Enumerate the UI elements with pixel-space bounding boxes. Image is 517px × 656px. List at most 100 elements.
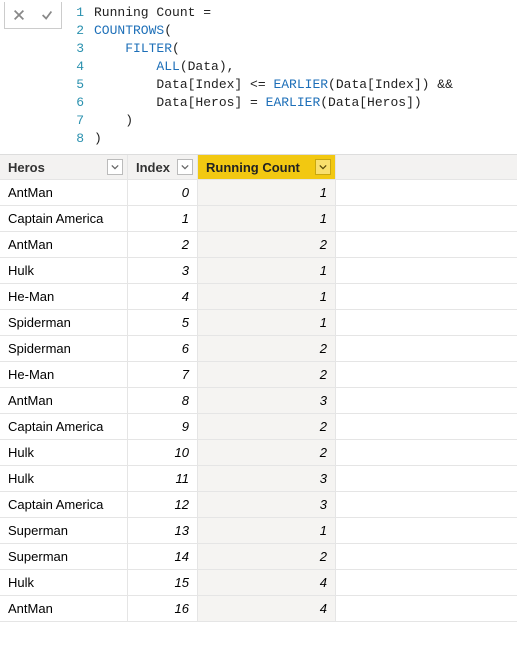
cell-index[interactable]: 3 [128, 258, 198, 283]
cell-heros[interactable]: Captain America [0, 492, 128, 517]
column-header-index[interactable]: Index [128, 155, 198, 179]
x-icon [12, 8, 26, 22]
column-filter-button[interactable] [177, 159, 193, 175]
line-number: 2 [66, 22, 84, 40]
cell-index[interactable]: 16 [128, 596, 198, 621]
formula-editor[interactable]: 1Running Count =2COUNTROWS(3 FILTER(4 AL… [66, 2, 513, 148]
code-content: ALL(Data), [94, 58, 234, 76]
cell-heros[interactable]: AntMan [0, 596, 128, 621]
cell-running-count[interactable]: 2 [198, 336, 336, 361]
cell-heros[interactable]: Hulk [0, 570, 128, 595]
cell-running-count[interactable]: 3 [198, 492, 336, 517]
data-grid: Heros Index Running Count AntMan01Captai… [0, 154, 517, 622]
line-number: 7 [66, 112, 84, 130]
formula-line: 3 FILTER( [66, 40, 513, 58]
cell-index[interactable]: 15 [128, 570, 198, 595]
cell-running-count[interactable]: 3 [198, 388, 336, 413]
cell-heros[interactable]: Captain America [0, 206, 128, 231]
commit-button[interactable] [33, 2, 61, 28]
code-content: FILTER( [94, 40, 180, 58]
column-header-running-count[interactable]: Running Count [198, 155, 336, 179]
column-header-heros[interactable]: Heros [0, 155, 128, 179]
cell-index[interactable]: 2 [128, 232, 198, 257]
cell-heros[interactable]: He-Man [0, 284, 128, 309]
formula-line: 1Running Count = [66, 4, 513, 22]
formula-line: 2COUNTROWS( [66, 22, 513, 40]
cell-heros[interactable]: Spiderman [0, 336, 128, 361]
cell-running-count[interactable]: 2 [198, 414, 336, 439]
table-row[interactable]: Hulk154 [0, 570, 517, 596]
table-row[interactable]: Hulk31 [0, 258, 517, 284]
cell-heros[interactable]: AntMan [0, 232, 128, 257]
cell-index[interactable]: 10 [128, 440, 198, 465]
cell-heros[interactable]: Hulk [0, 466, 128, 491]
formula-action-buttons [4, 2, 62, 29]
table-row[interactable]: Captain America123 [0, 492, 517, 518]
chevron-down-icon [319, 163, 327, 171]
table-row[interactable]: Captain America11 [0, 206, 517, 232]
cell-running-count[interactable]: 1 [198, 518, 336, 543]
cell-index[interactable]: 4 [128, 284, 198, 309]
cell-index[interactable]: 8 [128, 388, 198, 413]
cell-heros[interactable]: Hulk [0, 440, 128, 465]
cell-heros[interactable]: Superman [0, 518, 128, 543]
grid-body: AntMan01Captain America11AntMan22Hulk31H… [0, 180, 517, 622]
table-row[interactable]: Hulk102 [0, 440, 517, 466]
formula-line: 5 Data[Index] <= EARLIER(Data[Index]) && [66, 76, 513, 94]
table-row[interactable]: He-Man72 [0, 362, 517, 388]
table-row[interactable]: AntMan83 [0, 388, 517, 414]
cell-running-count[interactable]: 1 [198, 258, 336, 283]
table-row[interactable]: AntMan164 [0, 596, 517, 622]
cell-running-count[interactable]: 2 [198, 362, 336, 387]
cell-index[interactable]: 12 [128, 492, 198, 517]
cell-running-count[interactable]: 2 [198, 544, 336, 569]
cell-index[interactable]: 14 [128, 544, 198, 569]
cell-running-count[interactable]: 1 [198, 180, 336, 205]
table-row[interactable]: Superman142 [0, 544, 517, 570]
code-content: ) [94, 130, 102, 148]
cell-running-count[interactable]: 4 [198, 596, 336, 621]
table-row[interactable]: Hulk113 [0, 466, 517, 492]
cell-index[interactable]: 0 [128, 180, 198, 205]
column-filter-button[interactable] [107, 159, 123, 175]
formula-line: 6 Data[Heros] = EARLIER(Data[Heros]) [66, 94, 513, 112]
cell-index[interactable]: 6 [128, 336, 198, 361]
cell-heros[interactable]: AntMan [0, 180, 128, 205]
line-number: 1 [66, 4, 84, 22]
cell-index[interactable]: 11 [128, 466, 198, 491]
cell-index[interactable]: 5 [128, 310, 198, 335]
table-row[interactable]: Captain America92 [0, 414, 517, 440]
cell-heros[interactable]: Hulk [0, 258, 128, 283]
cell-heros[interactable]: He-Man [0, 362, 128, 387]
chevron-down-icon [111, 163, 119, 171]
cell-index[interactable]: 7 [128, 362, 198, 387]
column-header-label: Index [136, 160, 170, 175]
cell-running-count[interactable]: 2 [198, 440, 336, 465]
chevron-down-icon [181, 163, 189, 171]
cell-index[interactable]: 13 [128, 518, 198, 543]
cell-running-count[interactable]: 2 [198, 232, 336, 257]
table-row[interactable]: He-Man41 [0, 284, 517, 310]
cell-index[interactable]: 1 [128, 206, 198, 231]
cell-heros[interactable]: Spiderman [0, 310, 128, 335]
table-row[interactable]: AntMan01 [0, 180, 517, 206]
cell-running-count[interactable]: 4 [198, 570, 336, 595]
cell-heros[interactable]: Superman [0, 544, 128, 569]
table-row[interactable]: Spiderman51 [0, 310, 517, 336]
cell-heros[interactable]: Captain America [0, 414, 128, 439]
table-row[interactable]: AntMan22 [0, 232, 517, 258]
table-row[interactable]: Superman131 [0, 518, 517, 544]
column-filter-button[interactable] [315, 159, 331, 175]
table-row[interactable]: Spiderman62 [0, 336, 517, 362]
cell-running-count[interactable]: 1 [198, 310, 336, 335]
formula-line: 4 ALL(Data), [66, 58, 513, 76]
cell-running-count[interactable]: 1 [198, 284, 336, 309]
line-number: 8 [66, 130, 84, 148]
cell-index[interactable]: 9 [128, 414, 198, 439]
cell-running-count[interactable]: 1 [198, 206, 336, 231]
code-content: ) [94, 112, 133, 130]
formula-line: 8) [66, 130, 513, 148]
cell-running-count[interactable]: 3 [198, 466, 336, 491]
cell-heros[interactable]: AntMan [0, 388, 128, 413]
cancel-button[interactable] [5, 2, 33, 28]
